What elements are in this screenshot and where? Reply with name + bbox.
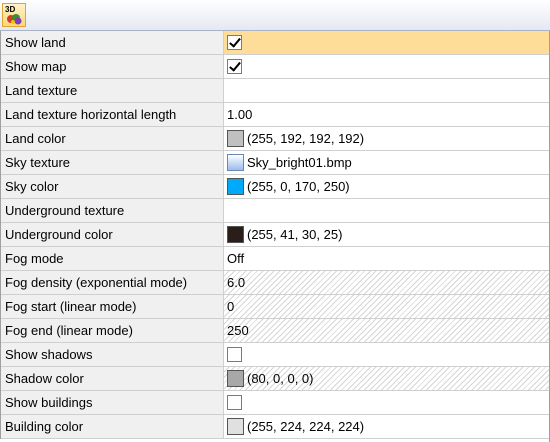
property-value-text: Off [227,251,245,266]
color-swatch [227,418,244,435]
color-swatch [227,370,244,387]
property-value[interactable] [224,391,550,414]
property-value[interactable] [224,199,550,222]
property-name[interactable]: Building color [1,415,224,438]
property-value-text: 0 [227,299,235,314]
property-name[interactable]: Fog start (linear mode) [1,295,224,318]
checkbox[interactable] [227,347,242,362]
property-name[interactable]: Land texture [1,79,224,102]
property-value: 250 [224,319,550,342]
property-value: 6.0 [224,271,550,294]
property-row-land-texture-horizontal-length[interactable]: Land texture horizontal length 1.00 [1,103,550,127]
checkbox[interactable] [227,59,242,74]
property-row-fog-start-linear-mode[interactable]: Fog start (linear mode) 0 [1,295,550,319]
property-name[interactable]: Show buildings [1,391,224,414]
property-name[interactable]: Fog end (linear mode) [1,319,224,342]
property-value[interactable]: 1.00 [224,103,550,126]
color-swatch [227,178,244,195]
property-value-text: (255, 0, 170, 250) [247,179,350,194]
property-value[interactable]: (255, 192, 192, 192) [224,127,550,150]
property-value[interactable] [224,55,550,78]
checkbox[interactable] [227,35,242,50]
property-value-text: (255, 224, 224, 224) [247,419,365,434]
property-value-text: Sky_bright01.bmp [247,155,352,170]
toolbar: 3D [0,0,550,31]
property-name[interactable]: Shadow color [1,367,224,390]
icon-label: 3D [5,5,15,14]
property-value[interactable] [224,79,550,102]
property-value-text: (255, 41, 30, 25) [247,227,343,242]
property-name[interactable]: Sky color [1,175,224,198]
property-value[interactable]: Sky_bright01.bmp [224,151,550,174]
property-row-underground-color[interactable]: Underground color (255, 41, 30, 25) [1,223,550,247]
property-value-text: 1.00 [227,107,253,122]
property-value-text: 250 [227,323,249,338]
texture-thumbnail-icon [227,154,244,171]
property-name[interactable]: Land color [1,127,224,150]
property-value: (80, 0, 0, 0) [224,367,550,390]
property-name[interactable]: Show map [1,55,224,78]
property-value-text: (255, 192, 192, 192) [247,131,365,146]
property-value[interactable]: (255, 224, 224, 224) [224,415,550,438]
property-row-fog-end-linear-mode[interactable]: Fog end (linear mode) 250 [1,319,550,343]
property-value-text: 6.0 [227,275,246,290]
property-row-show-map[interactable]: Show map [1,55,550,79]
property-row-sky-color[interactable]: Sky color (255, 0, 170, 250) [1,175,550,199]
property-row-underground-texture[interactable]: Underground texture [1,199,550,223]
property-value: 0 [224,295,550,318]
property-row-fog-mode[interactable]: Fog mode Off [1,247,550,271]
property-name[interactable]: Fog density (exponential mode) [1,271,224,294]
property-name[interactable]: Land texture horizontal length [1,103,224,126]
property-value[interactable] [224,343,550,366]
property-name[interactable]: Sky texture [1,151,224,174]
property-name[interactable]: Show shadows [1,343,224,366]
property-name[interactable]: Underground color [1,223,224,246]
property-row-show-buildings[interactable]: Show buildings [1,391,550,415]
property-row-show-shadows[interactable]: Show shadows [1,343,550,367]
3d-view-icon[interactable]: 3D [2,3,26,27]
property-row-show-land[interactable]: Show land [1,31,550,55]
property-value[interactable]: (255, 41, 30, 25) [224,223,550,246]
property-name[interactable]: Fog mode [1,247,224,270]
property-name[interactable]: Show land [1,31,224,54]
property-value[interactable]: Off [224,247,550,270]
property-row-land-texture[interactable]: Land texture [1,79,550,103]
color-swatch [227,226,244,243]
checkbox[interactable] [227,395,242,410]
property-row-fog-density-exponential-mode[interactable]: Fog density (exponential mode) 6.0 [1,271,550,295]
property-value-text: (80, 0, 0, 0) [247,371,314,386]
property-row-building-color[interactable]: Building color (255, 224, 224, 224) [1,415,550,439]
property-row-shadow-color[interactable]: Shadow color (80, 0, 0, 0) [1,367,550,391]
property-name[interactable]: Underground texture [1,199,224,222]
property-row-land-color[interactable]: Land color (255, 192, 192, 192) [1,127,550,151]
color-swatch [227,130,244,147]
property-grid: Show land Show map Land texture Land textur… [0,31,550,439]
property-row-sky-texture[interactable]: Sky texture Sky_bright01.bmp [1,151,550,175]
property-value[interactable]: (255, 0, 170, 250) [224,175,550,198]
property-value[interactable] [224,31,550,54]
